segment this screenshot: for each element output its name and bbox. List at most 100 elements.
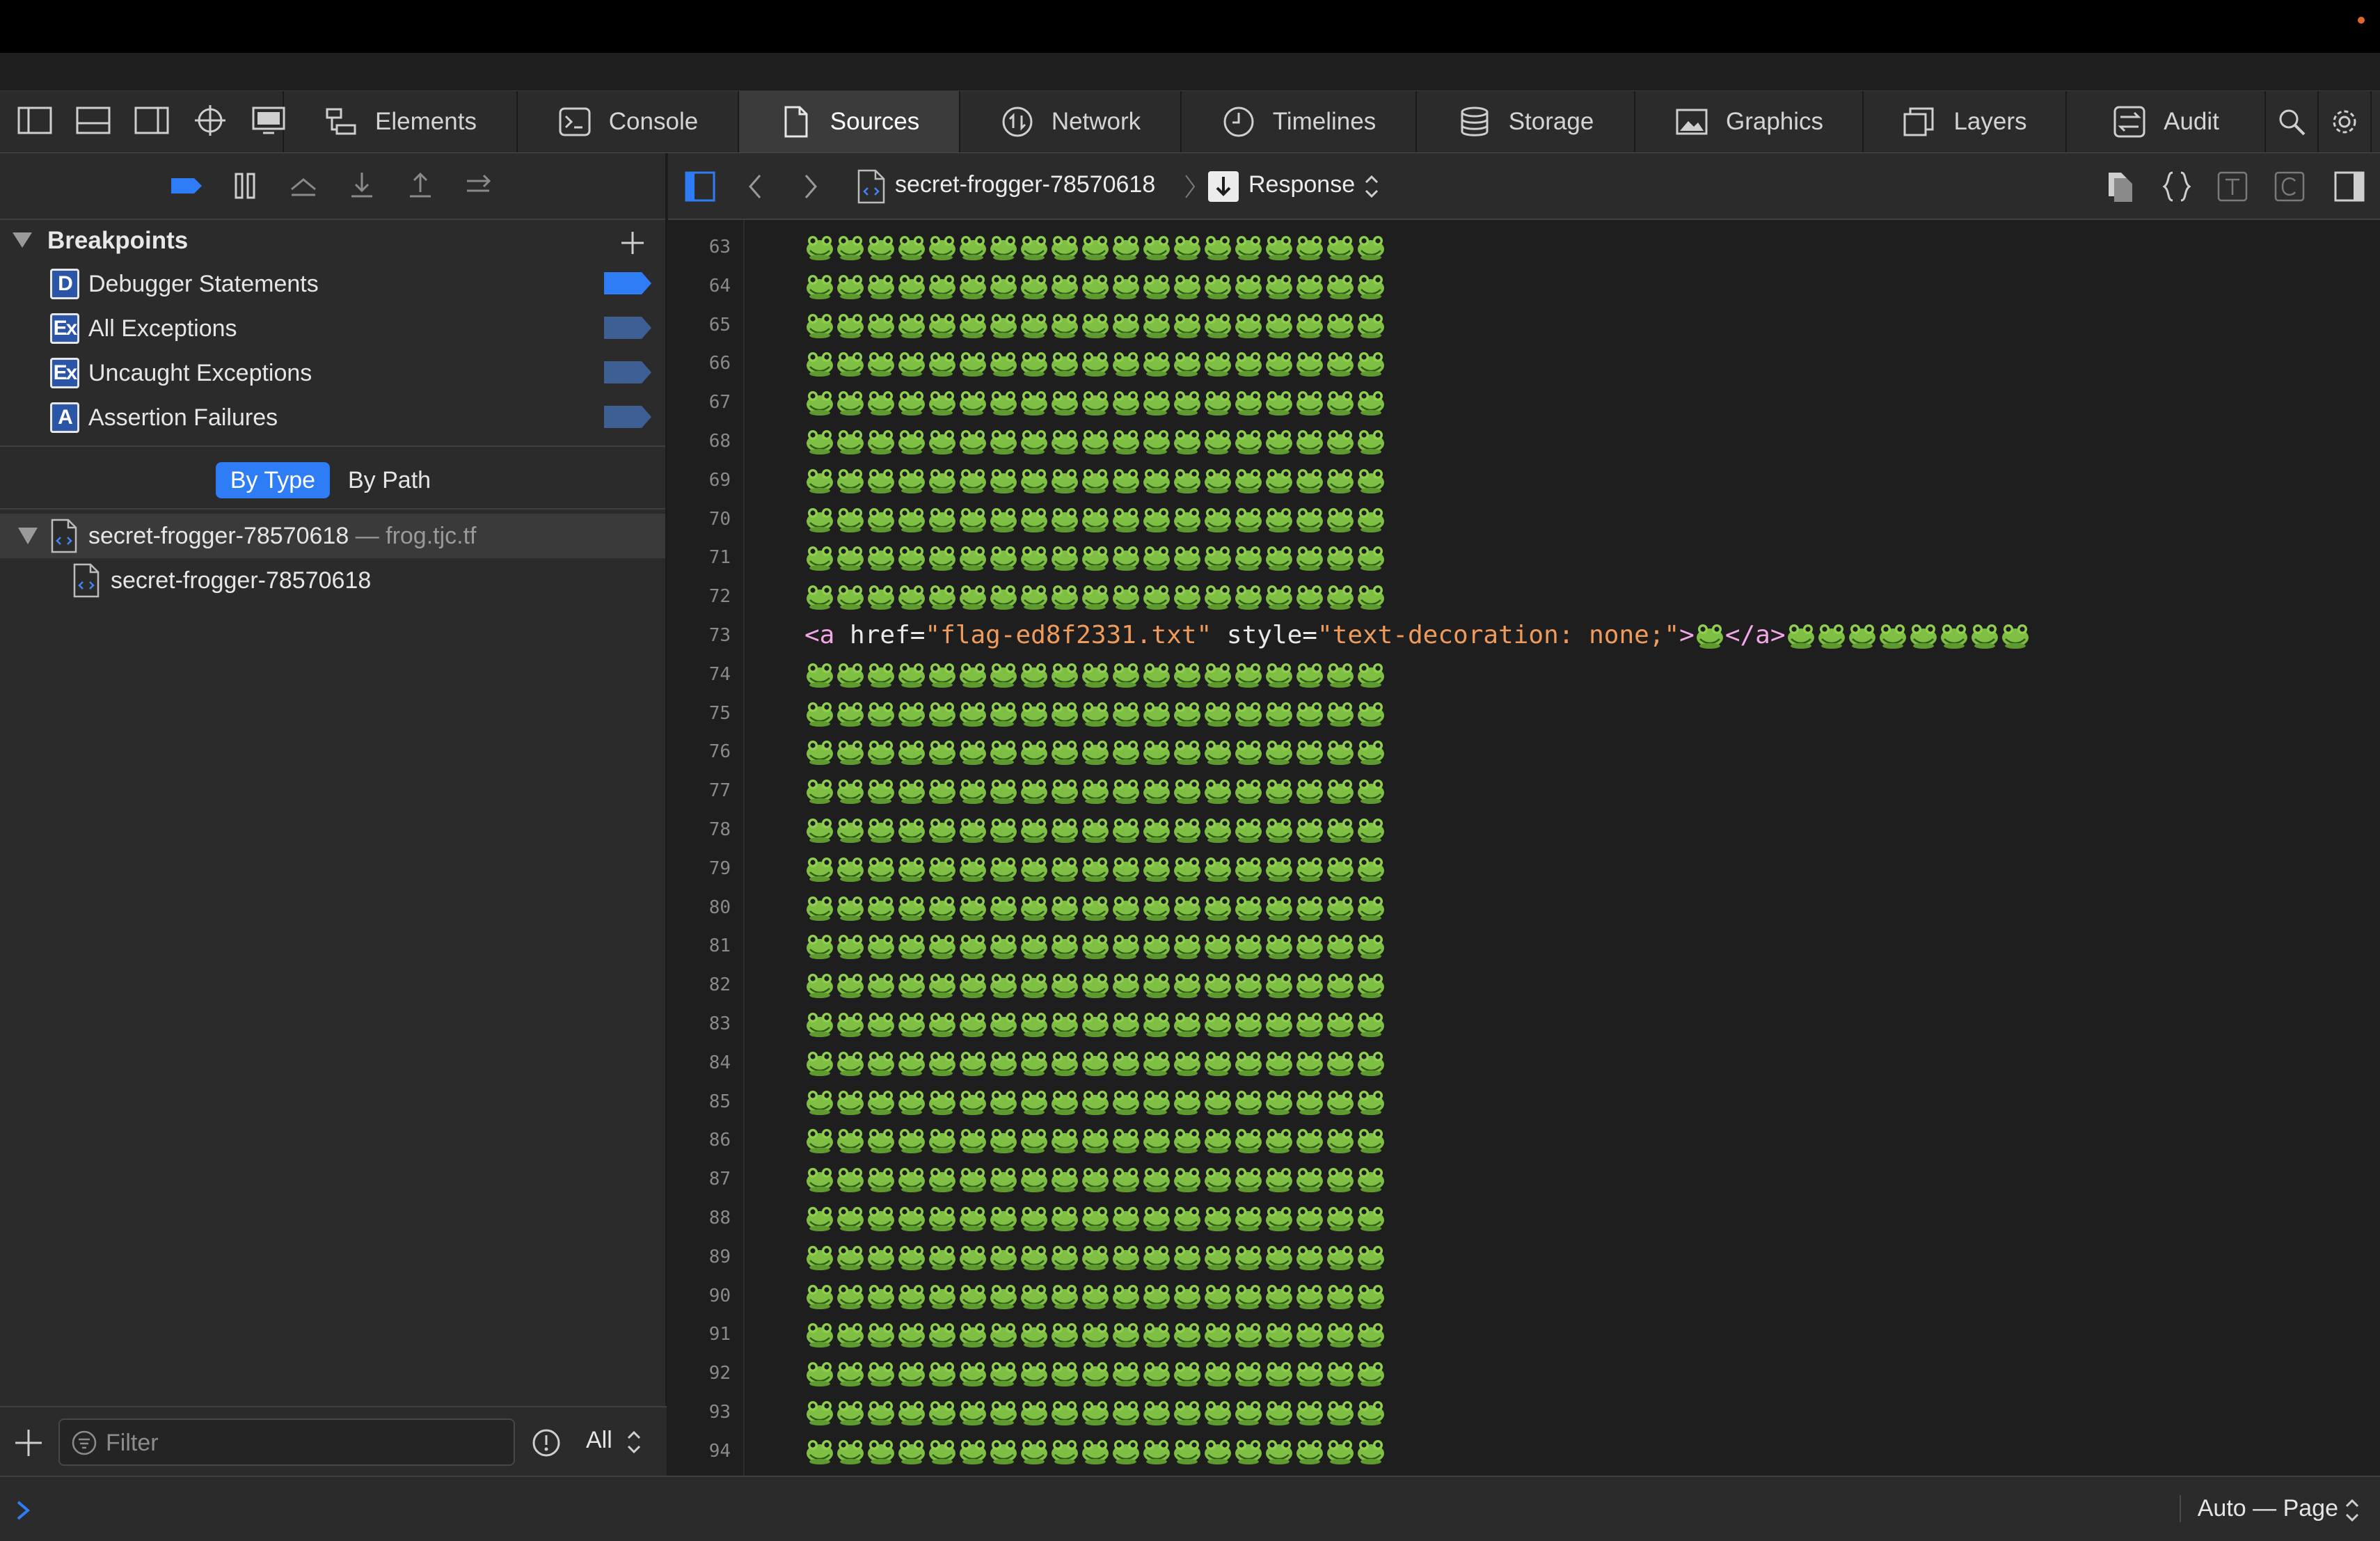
line-number[interactable]: 91 xyxy=(709,1324,731,1345)
line-number[interactable]: 75 xyxy=(709,703,731,724)
line-number[interactable]: 90 xyxy=(709,1286,731,1306)
line-number[interactable]: 72 xyxy=(709,586,731,607)
tab-sources[interactable]: Sources xyxy=(739,91,960,152)
dock-left-icon[interactable] xyxy=(17,102,53,142)
line-number[interactable]: 68 xyxy=(709,431,731,452)
add-icon[interactable] xyxy=(13,1427,45,1459)
forward-icon[interactable] xyxy=(792,168,828,205)
tab-storage[interactable]: Storage xyxy=(1417,91,1635,152)
line-number-gutter[interactable]: 63 64 65 66 67 68 69 70 71 72 73 74 75 76 77 78 79 80 81 82… xyxy=(668,220,745,1476)
dock-bottom-icon[interactable] xyxy=(75,102,111,142)
source-code-editor[interactable]: 63 64 65 66 67 68 69 70 71 72 73 74 75 76 77 78 79 80 81 82… xyxy=(668,220,2380,1476)
line-number[interactable]: 89 xyxy=(709,1247,731,1267)
line-number[interactable]: 88 xyxy=(709,1208,731,1228)
resource-tree-child-item[interactable]: secret-frogger-78570618 xyxy=(0,558,665,603)
line-number[interactable]: 87 xyxy=(709,1169,731,1190)
line-number[interactable]: 86 xyxy=(709,1130,731,1151)
breakpoint-all-exceptions[interactable]: Ex All Exceptions xyxy=(0,306,665,351)
execution-context-selector[interactable]: Auto — Page xyxy=(2179,1495,2338,1522)
breakpoint-disabled-flag-icon[interactable] xyxy=(604,406,651,428)
back-icon[interactable] xyxy=(738,168,774,205)
tab-layers[interactable]: Layers xyxy=(1864,91,2067,152)
step-over-button[interactable] xyxy=(284,168,323,203)
line-number[interactable]: 93 xyxy=(709,1402,731,1423)
by-type-button[interactable]: By Type xyxy=(216,462,330,498)
line-number[interactable]: 74 xyxy=(709,664,731,685)
line-number[interactable]: 94 xyxy=(709,1441,731,1462)
step-into-button[interactable] xyxy=(342,168,381,203)
pretty-print-icon[interactable] xyxy=(2159,168,2195,205)
resource-tree-item[interactable]: secret-frogger-78570618 — frog.tjc.tf xyxy=(0,514,665,558)
chevron-updown-icon[interactable] xyxy=(2344,1495,2361,1526)
line-number[interactable]: 69 xyxy=(709,470,731,491)
pause-button[interactable] xyxy=(225,168,264,203)
line-number[interactable]: 80 xyxy=(709,897,731,918)
line-number[interactable]: 63 xyxy=(709,237,731,258)
line-number[interactable]: 84 xyxy=(709,1052,731,1073)
breakpoint-debugger-statements[interactable]: D Debugger Statements xyxy=(0,262,665,306)
breakpoint-disabled-flag-icon[interactable] xyxy=(604,361,651,384)
line-number[interactable]: 73 xyxy=(709,625,731,646)
frog-emoji xyxy=(927,1008,958,1038)
quick-console[interactable]: Auto — Page xyxy=(0,1476,2380,1541)
line-number[interactable]: 70 xyxy=(709,509,731,530)
line-number[interactable]: 92 xyxy=(709,1363,731,1384)
breakpoints-section-header[interactable]: Breakpoints xyxy=(0,220,665,262)
breakpoint-disabled-flag-icon[interactable] xyxy=(604,317,651,339)
disclosure-triangle-icon[interactable] xyxy=(13,232,32,248)
show-resources-icon[interactable] xyxy=(2102,168,2138,205)
line-number[interactable]: 83 xyxy=(709,1013,731,1034)
breadcrumb-file[interactable]: secret-frogger-78570618 xyxy=(895,171,1155,198)
line-number[interactable]: 77 xyxy=(709,780,731,801)
breakpoint-assertion-failures[interactable]: A Assertion Failures xyxy=(0,395,665,440)
chevron-updown-icon[interactable] xyxy=(1363,168,1381,205)
filter-input[interactable]: Filter xyxy=(58,1418,515,1466)
line-number[interactable]: 71 xyxy=(709,547,731,568)
frog-emoji xyxy=(1111,697,1141,728)
line-number[interactable]: 76 xyxy=(709,741,731,762)
frog-emoji xyxy=(1111,1086,1141,1116)
tab-timelines[interactable]: Timelines xyxy=(1182,91,1417,152)
breakpoint-enabled-flag-icon[interactable] xyxy=(604,272,651,294)
search-button[interactable] xyxy=(2266,91,2319,152)
frog-emoji xyxy=(1294,736,1325,766)
frog-emoji xyxy=(988,814,1019,844)
tab-audit[interactable]: Audit xyxy=(2067,91,2266,152)
scope-select[interactable]: All xyxy=(586,1427,612,1454)
line-number[interactable]: 82 xyxy=(709,974,731,995)
line-number[interactable]: 81 xyxy=(709,935,731,956)
inspect-target-icon[interactable] xyxy=(192,102,228,142)
breakpoint-uncaught-exceptions[interactable]: Ex Uncaught Exceptions xyxy=(0,351,665,395)
device-icon[interactable] xyxy=(251,102,287,142)
navigation-sidebar: Breakpoints D Debugger Statements Ex All… xyxy=(0,153,667,1476)
line-number[interactable]: 66 xyxy=(709,353,731,374)
code-line xyxy=(804,1120,1386,1159)
type-overlay-icon[interactable] xyxy=(2214,168,2251,205)
tab-elements[interactable]: Elements xyxy=(284,91,518,152)
disclosure-triangle-icon[interactable] xyxy=(18,528,38,544)
issues-filter-icon[interactable] xyxy=(530,1427,562,1459)
by-path-button[interactable]: By Path xyxy=(348,462,431,498)
line-number[interactable]: 64 xyxy=(709,276,731,297)
settings-button[interactable] xyxy=(2319,91,2372,152)
line-number[interactable]: 79 xyxy=(709,858,731,879)
line-number[interactable]: 78 xyxy=(709,819,731,840)
step-out-button[interactable] xyxy=(401,168,440,203)
line-number[interactable]: 85 xyxy=(709,1091,731,1112)
code-coverage-icon[interactable] xyxy=(2271,168,2308,205)
dock-right-icon[interactable] xyxy=(134,102,170,142)
line-number[interactable]: 65 xyxy=(709,315,731,335)
tab-network[interactable]: Network xyxy=(960,91,1182,152)
frog-emoji xyxy=(866,347,896,378)
tab-graphics[interactable]: Graphics xyxy=(1635,91,1864,152)
frog-emoji xyxy=(1203,1280,1233,1311)
tab-console[interactable]: Console xyxy=(518,91,739,152)
toggle-details-sidebar-icon[interactable] xyxy=(2331,168,2367,205)
toggle-sidebar-icon[interactable] xyxy=(682,168,718,205)
line-number[interactable]: 67 xyxy=(709,392,731,413)
breakpoints-toggle-button[interactable] xyxy=(167,168,206,203)
chevron-updown-icon[interactable] xyxy=(625,1427,643,1457)
add-breakpoint-icon[interactable] xyxy=(619,230,646,256)
response-mode-selector[interactable]: Response xyxy=(1248,171,1355,198)
step-button[interactable] xyxy=(459,168,498,203)
